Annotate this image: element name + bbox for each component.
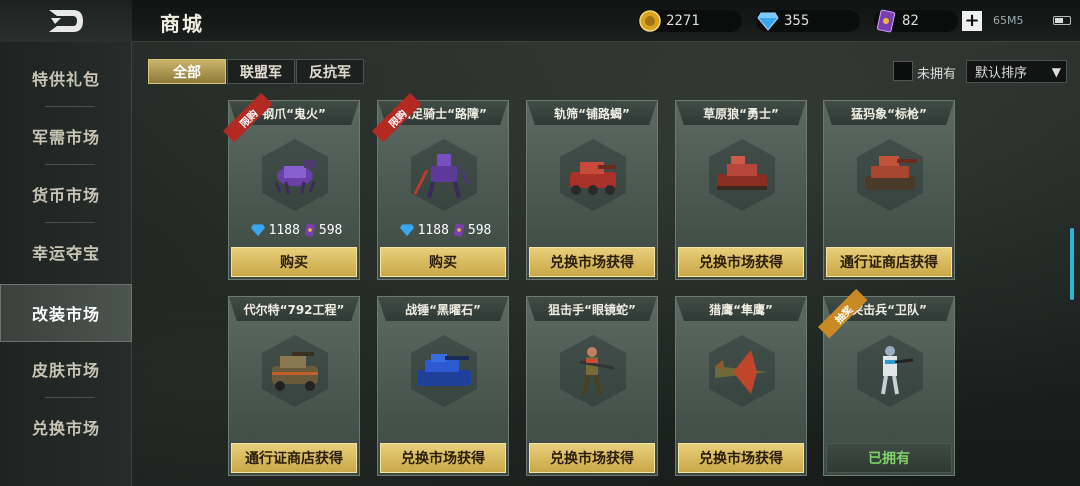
scrollbar[interactable] [1070, 228, 1074, 300]
card-value: 82 [902, 13, 919, 29]
purple-card-icon [304, 222, 316, 238]
item-card[interactable]: 轨筛“铺路蝎” 兑换市场获得 [526, 100, 658, 280]
sidebar-item-label: 兑换市场 [31, 419, 100, 438]
fighter-jet-icon [715, 350, 769, 394]
sort-dropdown[interactable]: 默认排序 ▼ [966, 60, 1067, 83]
price-row: 1188 598 [229, 219, 359, 241]
item-card[interactable]: 突击兵“卫队” 抽奖 已拥有 [818, 288, 955, 476]
exchange-market-button[interactable]: 兑换市场获得 [380, 443, 506, 473]
sidebar-item-label: 皮肤市场 [31, 361, 100, 380]
price-row: 1188 598 [378, 219, 508, 241]
pass-store-button[interactable]: 通行证商店获得 [826, 247, 952, 277]
gem-value: 355 [784, 13, 810, 29]
sidebar-item-exchange-market[interactable]: 兑换市场 [0, 398, 132, 456]
item-name: 战锤“黑曜石” [378, 297, 508, 321]
item-name: 猎鹰“隼鹰” [676, 297, 806, 321]
diamond-icon [250, 223, 266, 237]
item-card[interactable]: 猎鹰“隼鹰” 兑换市场获得 [675, 296, 807, 476]
exchange-market-button[interactable]: 兑换市场获得 [678, 247, 804, 277]
sniper-soldier-icon [579, 347, 615, 395]
item-card[interactable]: 战锤“黑曜石” 兑换市场获得 [377, 296, 509, 476]
owned-status: 已拥有 [826, 443, 952, 473]
card-price: 598 [467, 222, 492, 238]
sidebar-item-label: 军需市场 [31, 128, 100, 147]
item-card[interactable]: 草原狼“勇士” 兑换市场获得 [675, 100, 807, 280]
page-title: 商城 [160, 12, 204, 36]
diamond-icon [399, 223, 415, 237]
pass-store-button[interactable]: 通行证商店获得 [231, 443, 357, 473]
buy-button[interactable]: 购买 [231, 247, 357, 277]
sidebar-item-label: 改装市场 [31, 305, 100, 324]
sidebar-item-mod-market[interactable]: 改装市场 [0, 284, 132, 342]
sidebar-item-supply-market[interactable]: 军需市场 [0, 107, 132, 165]
sidebar-item-currency-market[interactable]: 货币市场 [0, 165, 132, 223]
diamond-icon [756, 9, 780, 33]
sidebar-item-special-gift[interactable]: 特供礼包 [0, 49, 132, 107]
item-card[interactable]: 四足骑士“路障” 限购 1188 598 购买 [372, 92, 509, 280]
sidebar-item-label: 幸运夺宝 [31, 244, 100, 263]
item-name: 狙击手“眼镜蛇” [527, 297, 657, 321]
chevron-down-icon: ▼ [1051, 65, 1061, 79]
gold-counter: 2271 [638, 10, 742, 32]
sidebar-item-label: 特供礼包 [31, 70, 100, 89]
network-status: 65M5 [993, 14, 1024, 27]
gold-value: 2271 [666, 13, 700, 29]
exchange-market-button[interactable]: 兑换市场获得 [678, 443, 804, 473]
item-name: 猛犸象“标枪” [824, 101, 954, 125]
item-card[interactable]: 钢爪“鬼火” 限购 1188 598 购买 [223, 92, 360, 280]
purple-card-icon [874, 9, 898, 33]
top-bar: 商城 2271 355 82 + 65M5 [0, 0, 1080, 42]
red-tank-icon [717, 156, 767, 190]
back-button[interactable] [0, 0, 132, 42]
sidebar-item-label: 货币市场 [31, 186, 100, 205]
tab-all[interactable]: 全部 [148, 59, 226, 84]
gold-coin-icon [638, 9, 662, 33]
tab-alliance[interactable]: 联盟军 [227, 59, 295, 84]
exchange-market-button[interactable]: 兑换市场获得 [529, 443, 655, 473]
gem-price: 1188 [268, 222, 300, 238]
item-name: 轨筛“铺路蝎” [527, 101, 657, 125]
item-card[interactable]: 代尔特“792工程” 通行证商店获得 [228, 296, 360, 476]
not-owned-label: 未拥有 [917, 67, 957, 82]
add-currency-button[interactable]: + [962, 11, 982, 31]
gem-counter: 355 [756, 10, 860, 32]
purple-mech-robot-icon [413, 154, 471, 199]
purple-mech-dog-icon [274, 160, 316, 195]
not-owned-checkbox[interactable] [893, 61, 913, 81]
card-price: 598 [318, 222, 343, 238]
blue-tank-icon [417, 354, 471, 386]
back-logo-icon [49, 10, 83, 32]
item-card[interactable]: 狙击手“眼镜蛇” 兑换市场获得 [526, 296, 658, 476]
assault-soldier-icon [881, 346, 914, 395]
buy-button[interactable]: 购买 [380, 247, 506, 277]
red-tank-icon [570, 162, 616, 195]
faction-tabs: 全部 联盟军 反抗军 [148, 59, 365, 84]
item-card[interactable]: 猛犸象“标枪” 通行证商店获得 [823, 100, 955, 280]
sidebar-item-lucky-draw[interactable]: 幸运夺宝 [0, 223, 132, 281]
item-name: 草原狼“勇士” [676, 101, 806, 125]
heavy-tank-icon [865, 156, 917, 190]
sidebar: 特供礼包 军需市场 货币市场 幸运夺宝 改装市场 皮肤市场 兑换市场 [0, 42, 132, 486]
item-name: 代尔特“792工程” [229, 297, 359, 321]
exchange-market-button[interactable]: 兑换市场获得 [529, 247, 655, 277]
tab-resistance[interactable]: 反抗军 [296, 59, 364, 84]
gem-price: 1188 [417, 222, 449, 238]
purple-card-icon [453, 222, 465, 238]
card-counter: 82 [874, 9, 958, 33]
battery-icon [1053, 16, 1071, 25]
sort-value: 默认排序 [975, 66, 1028, 81]
sidebar-item-skin-market[interactable]: 皮肤市场 [0, 340, 132, 398]
armored-car-icon [272, 352, 318, 391]
